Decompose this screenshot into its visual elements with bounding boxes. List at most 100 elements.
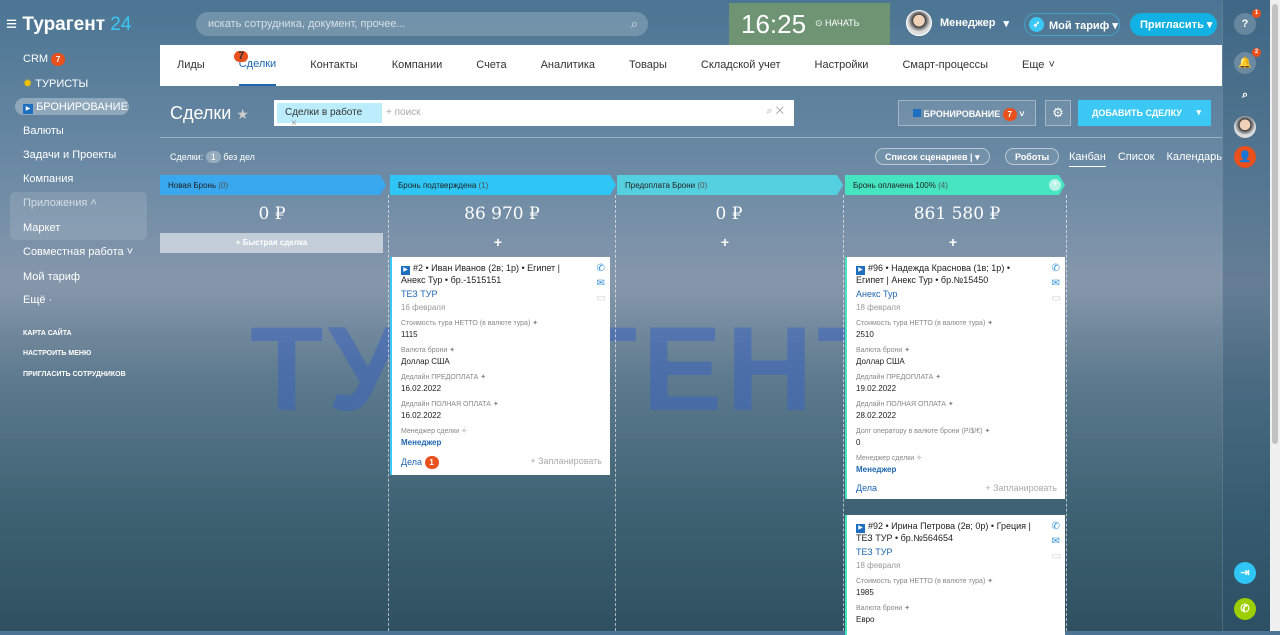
view-kanban[interactable]: Канбан bbox=[1069, 151, 1106, 167]
deal-card[interactable]: ✆ ✉ ▭ ▶ #2 • Иван Иванов (2в; 1р) • Египет … bbox=[390, 257, 610, 475]
work-time-widget[interactable]: 16:25 ⊙ НАЧАТЬ bbox=[729, 3, 890, 45]
view-calendar[interactable]: Календарь bbox=[1166, 151, 1222, 167]
add-deal-plus-icon[interactable]: + bbox=[615, 234, 835, 250]
count-value[interactable]: 1 bbox=[205, 151, 221, 163]
deal-title[interactable]: #92 • Ирина Петрова (2в; 0р) • Греция | … bbox=[856, 521, 1031, 543]
sidebar-item-tourists[interactable]: ✹ ТУРИСТЫ bbox=[23, 77, 88, 90]
play-icon: ▶ bbox=[856, 524, 865, 533]
mail-icon[interactable]: ✉ bbox=[1052, 536, 1061, 547]
my-tariff-button[interactable]: ➶ Мой тариф ▾ bbox=[1024, 13, 1120, 36]
sidebar-item-collab[interactable]: Совместная работа ˅ bbox=[23, 246, 133, 258]
bell-icon[interactable]: 🔔 2 bbox=[1234, 48, 1261, 74]
user-icon[interactable]: 👤 bbox=[1234, 146, 1256, 168]
field-value: Доллар США bbox=[401, 357, 450, 366]
column-header[interactable]: Бронь оплачена 100% (4) + bbox=[845, 175, 1065, 195]
tasks-link[interactable]: Дела 1 bbox=[401, 456, 439, 469]
chevron-down-icon[interactable]: ▾ bbox=[1196, 107, 1201, 118]
search-clear-icons[interactable]: ⌕ ✕ bbox=[766, 105, 784, 118]
tab-8[interactable]: Настройки bbox=[815, 45, 869, 86]
column-title: Новая Бронь bbox=[168, 181, 217, 190]
scrollbar[interactable] bbox=[1270, 0, 1280, 631]
quick-deal-button[interactable]: + Быстрая сделка bbox=[160, 233, 383, 253]
search-icon[interactable]: ⌕ bbox=[631, 16, 638, 32]
scenarios-button[interactable]: Список сценариев | ▾ bbox=[875, 148, 990, 165]
column-header[interactable]: Новая Бронь (0) bbox=[160, 175, 386, 195]
sitemap-link[interactable]: КАРТА САЙТА bbox=[23, 330, 72, 337]
help-icon[interactable]: ? 1 bbox=[1234, 9, 1261, 35]
deal-card[interactable]: ✆ ✉ ▭ ▶ #92 • Ирина Петрова (2в; 0р) • Грец… bbox=[845, 515, 1065, 635]
tab-0[interactable]: Лиды bbox=[177, 45, 205, 86]
deal-company[interactable]: ТЕЗ ТУР bbox=[401, 289, 602, 299]
chevron-down-icon: ▾ bbox=[1003, 17, 1010, 30]
invite-employees-link[interactable]: ПРИГЛАСИТЬ СОТРУДНИКОВ bbox=[23, 371, 126, 378]
filter-chip[interactable]: Сделки в работе × bbox=[277, 103, 382, 129]
deal-company[interactable]: ТЕЗ ТУР bbox=[856, 547, 1057, 557]
avatar[interactable] bbox=[1234, 116, 1256, 138]
play-icon: ▶ bbox=[401, 266, 410, 275]
configure-menu-link[interactable]: НАСТРОИТЬ МЕНЮ bbox=[23, 350, 91, 357]
star-icon[interactable]: ★ bbox=[236, 106, 249, 122]
comment-icon[interactable]: ▭ bbox=[597, 293, 606, 304]
deal-title[interactable]: #96 • Надежда Краснова (1в; 1р) • Египет… bbox=[856, 263, 1010, 285]
field-label: Валюта брони ✦ bbox=[401, 347, 456, 354]
column-header[interactable]: Предоплата Брони (0) bbox=[617, 175, 843, 195]
search-icon[interactable]: ⌕ bbox=[1234, 84, 1256, 106]
menu-icon[interactable]: ≡ bbox=[6, 14, 22, 35]
scrollbar-thumb[interactable] bbox=[1272, 4, 1278, 444]
robots-button[interactable]: Роботы bbox=[1005, 148, 1060, 165]
tab-3[interactable]: Компании bbox=[392, 45, 443, 86]
sidebar-item-my-tariff[interactable]: Мой тариф bbox=[23, 271, 80, 283]
add-deal-button[interactable]: ДОБАВИТЬ СДЕЛКУ ▾ bbox=[1078, 100, 1211, 126]
tab-1[interactable]: Сделки 7 bbox=[234, 45, 277, 86]
add-stage-icon[interactable]: + bbox=[1049, 179, 1061, 191]
tab-4[interactable]: Счета bbox=[476, 45, 506, 86]
deal-company[interactable]: Анекс Тур bbox=[856, 289, 1057, 299]
invite-button[interactable]: Пригласить ▾ bbox=[1130, 13, 1217, 36]
tab-5[interactable]: Аналитика bbox=[541, 45, 595, 86]
deal-title[interactable]: #2 • Иван Иванов (2в; 1р) • Египет | Ане… bbox=[401, 263, 560, 285]
sidebar-item-company[interactable]: Компания bbox=[23, 173, 73, 185]
logo[interactable]: ≡ Турагент 24 bbox=[6, 14, 131, 36]
avatar bbox=[906, 10, 932, 36]
field-label: Дедлайн ПРЕДОПЛАТА ✦ bbox=[856, 374, 942, 381]
sidebar-item-currencies[interactable]: Валюты bbox=[23, 125, 64, 137]
deal-manager[interactable]: Менеджер bbox=[856, 465, 1057, 474]
tasks-link[interactable]: Дела bbox=[856, 483, 877, 493]
tab-9[interactable]: Смарт-процессы bbox=[902, 45, 988, 86]
page-title-text: Сделки bbox=[170, 103, 232, 123]
close-icon[interactable]: × bbox=[291, 118, 297, 129]
comment-icon[interactable]: ▭ bbox=[1052, 551, 1061, 562]
sidebar-item-apps[interactable]: Приложения ˄ bbox=[23, 197, 97, 209]
tab-10[interactable]: Еще bbox=[1022, 45, 1044, 86]
gear-icon[interactable]: ⚙ bbox=[1045, 100, 1071, 126]
user-menu[interactable]: Менеджер ▾ bbox=[906, 10, 1009, 36]
add-deal-plus-icon[interactable]: + bbox=[843, 234, 1063, 250]
sidebar-item-market[interactable]: Маркет bbox=[23, 222, 60, 234]
sidebar-item-booking[interactable]: ▶ БРОНИРОВАНИЕ bbox=[23, 101, 128, 114]
tab-2[interactable]: Контакты bbox=[310, 45, 358, 86]
mail-icon[interactable]: ✉ bbox=[1052, 278, 1061, 289]
sidebar-item-more[interactable]: Ещё · bbox=[23, 294, 52, 306]
schedule-link[interactable]: + Запланировать bbox=[530, 456, 602, 469]
view-list[interactable]: Список bbox=[1118, 151, 1155, 167]
tab-6[interactable]: Товары bbox=[629, 45, 667, 86]
phone-icon[interactable]: ✆ bbox=[1052, 521, 1061, 532]
mail-icon[interactable]: ✉ bbox=[597, 278, 606, 289]
sidebar-item-tasks[interactable]: Задачи и Проекты bbox=[23, 149, 116, 161]
add-deal-plus-icon[interactable]: + bbox=[388, 234, 608, 250]
phone-icon[interactable]: ✆ bbox=[1234, 598, 1256, 620]
column-header[interactable]: Бронь подтверждена (1) bbox=[390, 175, 616, 195]
filter-search[interactable]: Сделки в работе × + поиск ⌕ ✕ bbox=[274, 100, 794, 129]
deal-manager[interactable]: Менеджер bbox=[401, 438, 602, 447]
phone-icon[interactable]: ✆ bbox=[597, 263, 606, 274]
deal-card[interactable]: ✆ ✉ ▭ ▶ #96 • Надежда Краснова (1в; 1р) • Е… bbox=[845, 257, 1065, 499]
phone-icon[interactable]: ✆ bbox=[1052, 263, 1061, 274]
timeman-icon[interactable]: ⇥ bbox=[1234, 562, 1256, 584]
start-workday-button[interactable]: ⊙ НАЧАТЬ bbox=[815, 18, 860, 29]
comment-icon[interactable]: ▭ bbox=[1052, 293, 1061, 304]
category-selector[interactable]: БРОНИРОВАНИЕ 7 ˅ bbox=[898, 100, 1036, 126]
global-search-input[interactable]: искать сотрудника, документ, прочее... ⌕ bbox=[196, 12, 648, 36]
sidebar-item-crm[interactable]: CRM 7 bbox=[23, 53, 66, 66]
schedule-link[interactable]: + Запланировать bbox=[985, 483, 1057, 493]
tab-7[interactable]: Складской учет bbox=[701, 45, 781, 86]
